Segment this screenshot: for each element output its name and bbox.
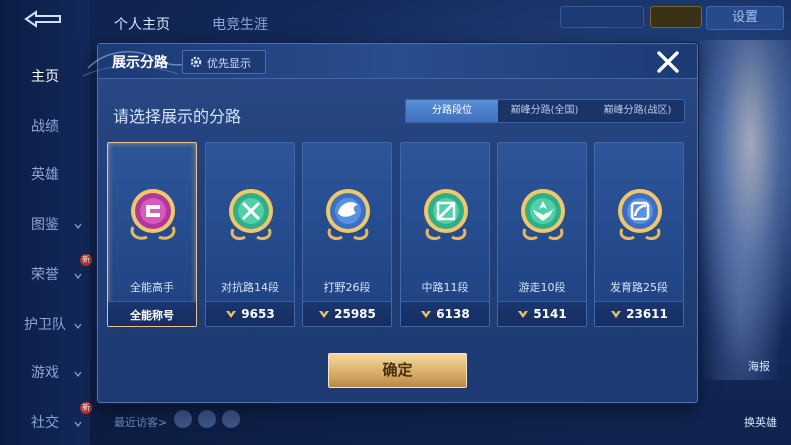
sidebar-item-record[interactable]: 战绩 (0, 116, 90, 136)
lane-card-clash[interactable]: 对抗路14段 9653 (205, 142, 295, 327)
peak-score: 5141 (498, 307, 586, 321)
sidebar-item-home[interactable]: 主页 (0, 66, 90, 86)
card-footer: 25985 (303, 301, 391, 326)
rank-badge (650, 6, 702, 28)
lane-type-tabs: 分路段位 巅峰分路(全国) 巅峰分路(战区) (405, 99, 685, 123)
trophy-icon (421, 311, 432, 318)
trophy-icon (518, 311, 529, 318)
visitor-avatar[interactable] (198, 410, 216, 428)
jungle-emblem-icon (326, 189, 370, 241)
poster-button[interactable]: 海报 (748, 358, 770, 374)
chevron-down-icon (74, 323, 82, 329)
card-footer: 6138 (401, 301, 489, 326)
profile-info-box[interactable] (560, 6, 644, 28)
priority-display-button[interactable]: 优先显示 (182, 50, 266, 74)
back-arrow-icon[interactable] (22, 8, 66, 30)
lane-card-jungle[interactable]: 打野26段 25985 (302, 142, 392, 327)
tab-profile[interactable]: 个人主页 (114, 14, 170, 34)
trophy-icon (319, 311, 330, 318)
all-round-emblem-icon (130, 189, 176, 240)
tab-peak-region[interactable]: 巅峰分路(战区) (591, 100, 684, 122)
lane-role-label: 发育路25段 (610, 281, 668, 294)
card-footer: 全能称号 (108, 301, 196, 326)
change-hero-button[interactable]: 换英雄 (744, 414, 777, 430)
visitor-avatar[interactable] (222, 410, 240, 428)
peak-score: 23611 (595, 307, 683, 321)
select-lane-prompt: 请选择展示的分路 (113, 107, 242, 126)
card-footer: 5141 (498, 301, 586, 326)
sidebar-item-heroes[interactable]: 英雄 (0, 164, 90, 184)
close-icon[interactable] (655, 49, 681, 75)
trophy-icon (611, 311, 622, 318)
lane-role-label: 中路11段 (421, 281, 469, 294)
chevron-down-icon (74, 371, 82, 377)
new-badge: 新 (80, 254, 92, 266)
all-round-title-label: 全能称号 (130, 309, 174, 322)
card-footer: 23611 (595, 301, 683, 326)
hero-portrait (690, 40, 791, 380)
card-footer: 9653 (206, 301, 294, 326)
priority-display-label: 优先显示 (207, 57, 251, 70)
lane-display-dialog: 展示分路 优先显示 请选择展示的分路 分路段位 巅峰分路(全国) 巅峰分路(战区… (82, 43, 698, 403)
visitor-avatar[interactable] (174, 410, 192, 428)
new-badge: 新 (80, 402, 92, 414)
lane-card-farm[interactable]: 发育路25段 23611 (594, 142, 684, 327)
lane-card-roam[interactable]: 游走10段 5141 (497, 142, 587, 327)
farm-lane-emblem-icon (618, 189, 662, 241)
lane-role-label: 游走10段 (518, 281, 566, 294)
peak-score: 9653 (206, 307, 294, 321)
recent-visitors-label[interactable]: 最近访客> (114, 414, 167, 430)
gear-icon (190, 56, 202, 68)
peak-score: 6138 (401, 307, 489, 321)
chevron-down-icon (74, 223, 82, 229)
settings-button[interactable]: 设置 (706, 6, 784, 30)
lane-role-label: 对抗路14段 (221, 281, 279, 294)
lane-role-label: 打野26段 (323, 281, 371, 294)
trophy-icon (226, 311, 237, 318)
chevron-down-icon (74, 421, 82, 427)
tab-esports-career[interactable]: 电竞生涯 (212, 14, 268, 34)
tab-lane-rank[interactable]: 分路段位 (406, 100, 498, 122)
clash-lane-emblem-icon (229, 189, 273, 241)
tab-peak-national[interactable]: 巅峰分路(全国) (498, 100, 591, 122)
mid-lane-emblem-icon (424, 189, 468, 241)
roam-emblem-icon (521, 189, 565, 241)
dialog-title: 展示分路 (112, 55, 168, 71)
dialog-header: 展示分路 优先显示 (82, 44, 697, 79)
lane-role-label: 全能高手 (130, 281, 174, 294)
lane-card-mid[interactable]: 中路11段 6138 (400, 142, 490, 327)
confirm-button[interactable]: 确定 (328, 353, 467, 388)
peak-score: 25985 (303, 307, 391, 321)
chevron-down-icon (74, 273, 82, 279)
lane-card-all-round[interactable]: 全能高手 全能称号 (107, 142, 197, 327)
